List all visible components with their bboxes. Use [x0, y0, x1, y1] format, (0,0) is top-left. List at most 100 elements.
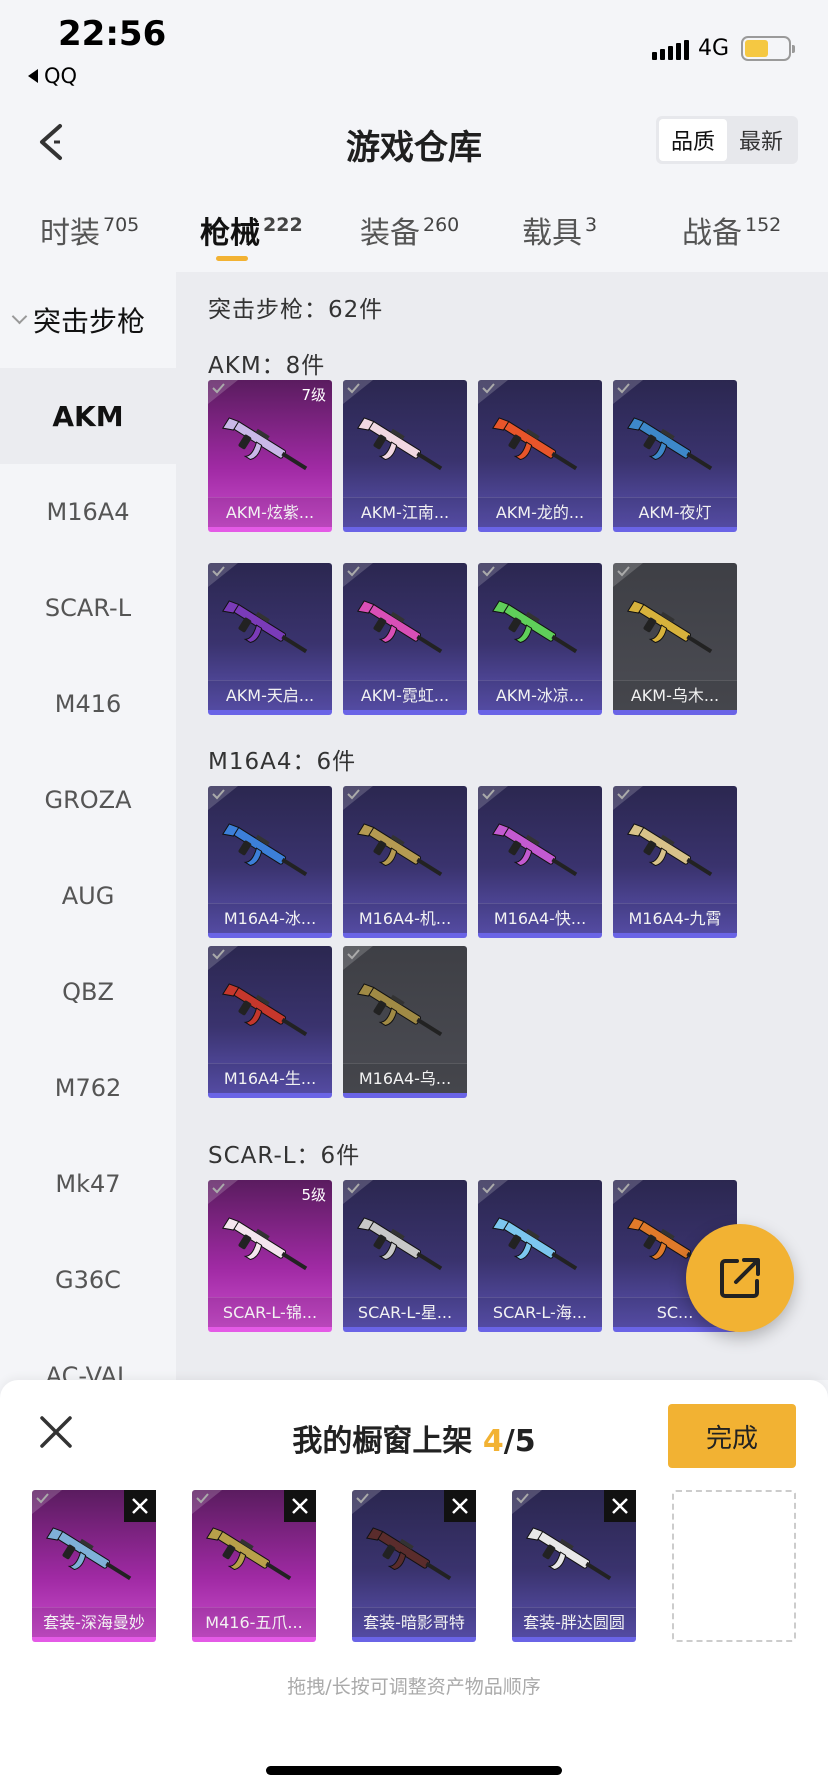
- tab-count: 152: [745, 214, 782, 236]
- tab-equipment[interactable]: 装备 260: [360, 208, 459, 252]
- reorder-hint: 拖拽/长按可调整资产物品顺序: [287, 1676, 541, 1698]
- showcase-slot[interactable]: 套装-胖达圆圆: [512, 1490, 636, 1642]
- showcase-title-text: 我的橱窗上架: [292, 1424, 483, 1459]
- remove-slot-button[interactable]: [284, 1490, 316, 1522]
- weapon-name: SCAR-L-锦...: [208, 1297, 332, 1327]
- showcase-count-total: /5: [503, 1424, 536, 1459]
- weapon-name: M16A4-生...: [208, 1063, 332, 1093]
- weapon-card[interactable]: M16A4-冰...: [208, 786, 332, 938]
- weapon-image: [492, 823, 578, 877]
- weapon-card[interactable]: M16A4-机...: [343, 786, 467, 938]
- weapon-card[interactable]: 7级 AKM-炫紫...: [208, 380, 332, 532]
- weapon-type-sidebar: 突击步枪 AKM M16A4 SCAR-L M416 GROZA AUG QBZ…: [0, 272, 176, 1380]
- back-to-app-link[interactable]: QQ: [28, 64, 77, 88]
- selected-check-icon: [208, 946, 238, 970]
- sort-quality-button[interactable]: 品质: [659, 119, 727, 161]
- weapon-card[interactable]: SCAR-L-海...: [478, 1180, 602, 1332]
- weapon-image: [222, 983, 308, 1037]
- sidebar-item-g36c[interactable]: G36C: [0, 1232, 176, 1328]
- weapon-image: [46, 1527, 132, 1581]
- weapon-card[interactable]: 5级 SCAR-L-锦...: [208, 1180, 332, 1332]
- weapon-image: [627, 600, 713, 654]
- close-icon: [612, 1498, 628, 1514]
- tab-vehicles[interactable]: 载具 3: [522, 208, 597, 252]
- selected-check-icon: [512, 1490, 542, 1514]
- selected-check-icon: [343, 786, 373, 810]
- tab-label: 战备: [682, 216, 742, 251]
- sidebar-item-scar-l[interactable]: SCAR-L: [0, 560, 176, 656]
- sidebar-item-m16a4[interactable]: M16A4: [0, 464, 176, 560]
- showcase-slot[interactable]: 套装-深海曼妙: [32, 1490, 156, 1642]
- done-button[interactable]: 完成: [668, 1404, 796, 1468]
- tab-count: 260: [423, 214, 460, 236]
- sort-toggle[interactable]: 品质 最新: [656, 116, 798, 164]
- sidebar-item-qbz[interactable]: QBZ: [0, 944, 176, 1040]
- sidebar-item-ac-val[interactable]: AC-VAL: [0, 1328, 176, 1380]
- weapon-card[interactable]: M16A4-快...: [478, 786, 602, 938]
- selected-check-icon: [343, 1180, 373, 1204]
- weapon-card[interactable]: AKM-龙的...: [478, 380, 602, 532]
- selected-check-icon: [478, 1180, 508, 1204]
- empty-showcase-slot[interactable]: [672, 1490, 796, 1642]
- category-tabs: 时装 705 枪械 222 装备 260 载具 3 战备 152: [0, 196, 828, 272]
- remove-slot-button[interactable]: [444, 1490, 476, 1522]
- weapon-image: [357, 417, 443, 471]
- sidebar-item-mk47[interactable]: Mk47: [0, 1136, 176, 1232]
- section-title-m16a4: M16A4：6件: [208, 749, 357, 775]
- weapon-card[interactable]: AKM-冰凉...: [478, 563, 602, 715]
- weapon-name: AKM-乌木...: [613, 680, 737, 710]
- sidebar-item-m416[interactable]: M416: [0, 656, 176, 752]
- active-tab-indicator: [216, 256, 248, 261]
- clock: 22:56: [58, 14, 167, 54]
- weapon-card[interactable]: AKM-霓虹...: [343, 563, 467, 715]
- sidebar-category-label: 突击步枪: [33, 305, 146, 338]
- weapon-name: AKM-霓虹...: [343, 680, 467, 710]
- remove-slot-button[interactable]: [604, 1490, 636, 1522]
- weapon-card[interactable]: M16A4-九霄: [613, 786, 737, 938]
- selected-check-icon: [613, 1180, 643, 1204]
- weapon-name: M16A4-快...: [478, 903, 602, 933]
- weapon-name: 套装-深海曼妙: [32, 1607, 156, 1637]
- selected-check-icon: [478, 380, 508, 404]
- selected-check-icon: [613, 563, 643, 587]
- selected-check-icon: [208, 786, 238, 810]
- selected-check-icon: [478, 563, 508, 587]
- tab-supplies[interactable]: 战备 152: [682, 208, 781, 252]
- tab-weapons[interactable]: 枪械 222: [200, 208, 303, 252]
- weapon-card[interactable]: M16A4-生...: [208, 946, 332, 1098]
- tab-fashion[interactable]: 时装 705: [40, 208, 139, 252]
- selected-check-icon: [192, 1490, 222, 1514]
- sort-newest-button[interactable]: 最新: [727, 119, 795, 161]
- share-button[interactable]: [686, 1224, 794, 1332]
- weapon-card[interactable]: AKM-夜灯: [613, 380, 737, 532]
- weapon-image: [206, 1527, 292, 1581]
- weapon-name: AKM-江南...: [343, 497, 467, 527]
- showcase-slot[interactable]: M416-五爪...: [192, 1490, 316, 1642]
- sidebar-category-assault-rifle[interactable]: 突击步枪: [0, 272, 176, 368]
- close-icon: [132, 1498, 148, 1514]
- showcase-slot[interactable]: 套装-暗影哥特: [352, 1490, 476, 1642]
- weapon-card[interactable]: SCAR-L-星...: [343, 1180, 467, 1332]
- weapon-image: [492, 1217, 578, 1271]
- chevron-down-icon: [11, 308, 28, 324]
- remove-slot-button[interactable]: [124, 1490, 156, 1522]
- weapon-image: [357, 983, 443, 1037]
- weapon-name: AKM-天启...: [208, 680, 332, 710]
- weapon-image: [222, 417, 308, 471]
- status-bar: 22:56 QQ 4G: [0, 0, 828, 100]
- sidebar-item-m762[interactable]: M762: [0, 1040, 176, 1136]
- tab-count: 3: [585, 214, 598, 236]
- back-app-label: QQ: [44, 64, 78, 88]
- weapon-card[interactable]: AKM-乌木...: [613, 563, 737, 715]
- sidebar-item-akm[interactable]: AKM: [0, 368, 176, 464]
- selected-check-icon: [478, 786, 508, 810]
- weapon-name: M16A4-冰...: [208, 903, 332, 933]
- weapon-card[interactable]: M16A4-乌...: [343, 946, 467, 1098]
- weapon-card[interactable]: AKM-江南...: [343, 380, 467, 532]
- sidebar-item-groza[interactable]: GROZA: [0, 752, 176, 848]
- tab-label: 载具: [522, 216, 582, 251]
- weapon-card[interactable]: AKM-天启...: [208, 563, 332, 715]
- share-icon: [720, 1258, 760, 1298]
- category-summary: 突击步枪：62件: [208, 297, 384, 323]
- sidebar-item-aug[interactable]: AUG: [0, 848, 176, 944]
